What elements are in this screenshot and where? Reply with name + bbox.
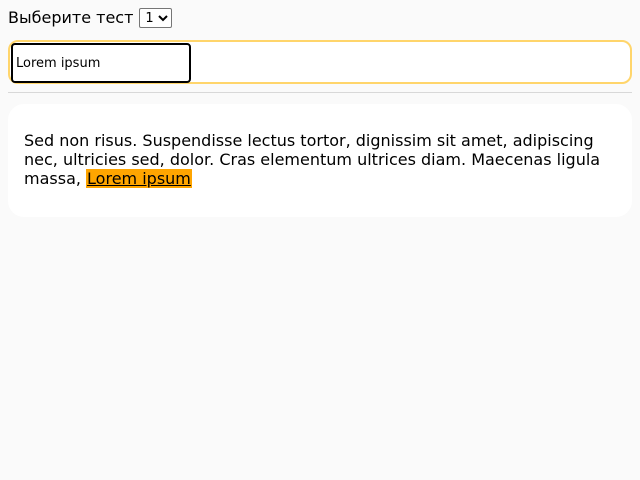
- search-input[interactable]: [11, 43, 191, 83]
- test-selector-row: Выберите тест 1: [8, 8, 173, 28]
- test-select-label: Выберите тест: [8, 8, 134, 27]
- search-input-container: [8, 40, 632, 84]
- divider: [8, 92, 632, 93]
- search-highlight: Lorem ipsum: [86, 169, 192, 188]
- content-paragraph: Sed non risus. Suspendisse lectus tortor…: [24, 131, 616, 188]
- test-select[interactable]: 1: [139, 8, 173, 28]
- content-card: Sed non risus. Suspendisse lectus tortor…: [8, 104, 632, 217]
